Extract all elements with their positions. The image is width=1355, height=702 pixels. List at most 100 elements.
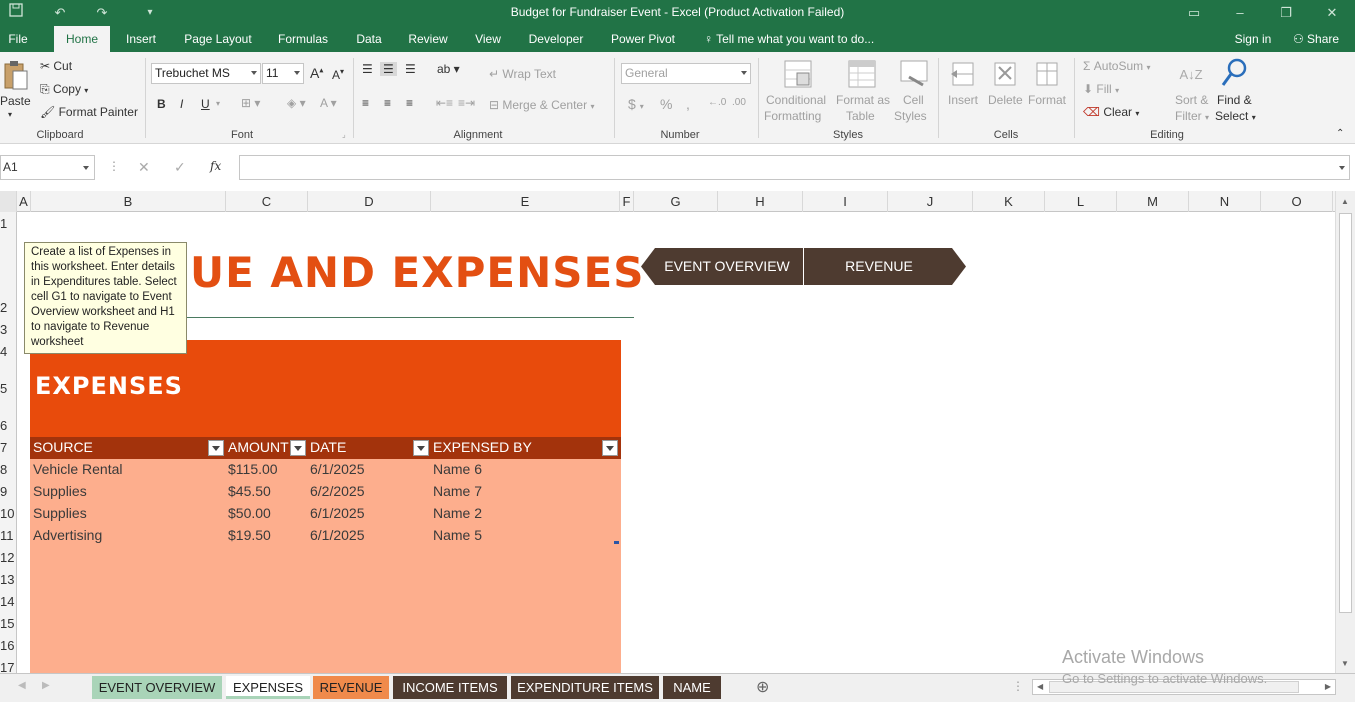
expensed-by-cell[interactable]: Name 2: [433, 505, 482, 521]
table-row[interactable]: Advertising $19.50 6/1/2025 Name 5: [30, 525, 621, 547]
autosum-button[interactable]: Σ AutoSum ▾: [1083, 59, 1150, 73]
row-header[interactable]: 14: [0, 594, 16, 609]
borders-icon[interactable]: ⊞ ▾: [241, 96, 260, 110]
column-header[interactable]: A: [17, 191, 31, 212]
tab-page-layout[interactable]: Page Layout: [176, 26, 260, 52]
find-select-label[interactable]: Find &: [1217, 93, 1252, 107]
date-filter-button[interactable]: [413, 440, 429, 456]
format-painter-button[interactable]: 🖌 Format Painter: [40, 105, 138, 119]
column-header[interactable]: H: [718, 191, 803, 212]
revenue-nav-button[interactable]: REVENUE: [804, 248, 966, 285]
expensed-by-cell[interactable]: Name 5: [433, 527, 482, 543]
delete-cells-icon[interactable]: [990, 58, 1020, 90]
paste-icon[interactable]: [2, 58, 30, 92]
date-cell[interactable]: 6/1/2025: [310, 527, 365, 543]
expensed-by-filter-button[interactable]: [602, 440, 618, 456]
row-header[interactable]: 17: [0, 660, 16, 673]
underline-button[interactable]: U: [201, 97, 210, 111]
decrease-decimal-icon[interactable]: .00: [732, 97, 746, 108]
date-cell[interactable]: 6/1/2025: [310, 461, 365, 477]
table-row[interactable]: Supplies $50.00 6/1/2025 Name 2: [30, 503, 621, 525]
merge-center-button[interactable]: ⊟ Merge & Center ▾: [489, 98, 594, 112]
amount-cell[interactable]: $115.00: [228, 461, 278, 477]
column-header[interactable]: C: [226, 191, 308, 212]
amount-cell[interactable]: $50.00: [228, 505, 271, 521]
prev-sheet-icon[interactable]: ◀: [18, 680, 26, 691]
insert-cells-icon[interactable]: [948, 58, 978, 90]
find-select-label-2[interactable]: Select ▾: [1215, 109, 1256, 123]
column-header[interactable]: F: [620, 191, 634, 212]
conditional-formatting-label[interactable]: Conditional: [766, 93, 826, 107]
increase-indent-icon[interactable]: ≡⇥: [458, 96, 475, 110]
percent-button[interactable]: %: [660, 96, 672, 112]
date-cell[interactable]: 6/1/2025: [310, 505, 365, 521]
expensed-by-cell[interactable]: Name 6: [433, 461, 482, 477]
tab-data[interactable]: Data: [348, 26, 390, 52]
sheet-tab-revenue[interactable]: REVENUE: [313, 676, 389, 699]
row-header[interactable]: 3: [0, 322, 16, 337]
column-header[interactable]: M: [1117, 191, 1189, 212]
wrap-text-button[interactable]: ↵ Wrap Text: [489, 67, 556, 81]
restore-icon[interactable]: ❐: [1276, 3, 1296, 23]
row-header[interactable]: 2: [0, 300, 16, 315]
column-header[interactable]: G: [634, 191, 718, 212]
column-header[interactable]: N: [1189, 191, 1261, 212]
close-icon[interactable]: ✕: [1322, 3, 1342, 23]
sort-filter-label[interactable]: Sort &: [1175, 93, 1208, 107]
worksheet-grid[interactable]: UE AND EXPENSES EVENT OVERVIEW REVENUE E…: [18, 212, 1334, 673]
source-filter-button[interactable]: [208, 440, 224, 456]
insert-function-icon[interactable]: fx: [210, 159, 221, 173]
scroll-down-icon[interactable]: ▼: [1341, 659, 1349, 668]
sort-filter-label-2[interactable]: Filter ▾: [1175, 109, 1209, 123]
tab-developer[interactable]: Developer: [522, 26, 590, 52]
amount-cell[interactable]: $45.50: [228, 483, 271, 499]
column-header[interactable]: L: [1045, 191, 1117, 212]
clear-button[interactable]: ⌫ Clear ▾: [1083, 105, 1139, 119]
sheet-tab-expenses[interactable]: EXPENSES: [226, 676, 310, 699]
share-button[interactable]: ⚇ Share: [1286, 26, 1346, 52]
align-right-icon[interactable]: ≡: [406, 96, 413, 110]
date-cell[interactable]: 6/2/2025: [310, 483, 365, 499]
row-header[interactable]: 5: [0, 381, 16, 396]
align-left-icon[interactable]: ≡: [362, 96, 369, 110]
tab-power-pivot[interactable]: Power Pivot: [604, 26, 682, 52]
paste-dropdown-icon[interactable]: ▾: [8, 110, 12, 119]
cell-styles-icon[interactable]: [898, 58, 930, 90]
formula-input[interactable]: [239, 155, 1350, 180]
tab-home[interactable]: Home: [54, 26, 110, 52]
top-align-icon[interactable]: ☰: [362, 62, 373, 76]
vertical-scrollbar[interactable]: ▲ ▼: [1335, 191, 1355, 673]
currency-button[interactable]: $ ▾: [628, 96, 644, 112]
delete-cells-button[interactable]: Delete: [988, 93, 1023, 107]
row-header[interactable]: 15: [0, 616, 16, 631]
row-header[interactable]: 10: [0, 506, 16, 521]
cut-button[interactable]: ✂ Cut: [40, 59, 72, 73]
scroll-left-icon[interactable]: ◀: [1037, 682, 1043, 691]
tell-me-box[interactable]: ♀ Tell me what you want to do...: [704, 26, 894, 52]
row-header[interactable]: 13: [0, 572, 16, 587]
column-header[interactable]: K: [973, 191, 1045, 212]
font-name-box[interactable]: Trebuchet MS: [151, 63, 261, 84]
format-cells-icon[interactable]: [1032, 58, 1062, 90]
column-header[interactable]: I: [803, 191, 888, 212]
increase-decimal-icon[interactable]: ←.0: [708, 97, 726, 108]
column-header[interactable]: E: [431, 191, 620, 212]
source-cell[interactable]: Vehicle Rental: [33, 461, 123, 477]
row-header[interactable]: 9: [0, 484, 16, 499]
font-size-box[interactable]: 11: [262, 63, 304, 84]
format-as-table-label-2[interactable]: Table: [846, 109, 875, 123]
orientation-icon[interactable]: ab ▾: [437, 62, 460, 76]
table-row[interactable]: Supplies $45.50 6/2/2025 Name 7: [30, 481, 621, 503]
table-row[interactable]: Vehicle Rental $115.00 6/1/2025 Name 6: [30, 459, 621, 481]
number-format-box[interactable]: General: [621, 63, 751, 84]
tab-split-handle[interactable]: ⋮: [1012, 679, 1024, 693]
middle-align-icon[interactable]: ☰: [380, 62, 397, 76]
font-color-icon[interactable]: A ▾: [320, 96, 337, 110]
bold-button[interactable]: B: [157, 97, 166, 111]
next-sheet-icon[interactable]: ▶: [42, 680, 50, 691]
insert-cells-button[interactable]: Insert: [948, 93, 978, 107]
sheet-tab-income-items[interactable]: INCOME ITEMS: [393, 676, 507, 699]
conditional-formatting-icon[interactable]: [782, 58, 814, 90]
table-resize-handle[interactable]: [614, 541, 619, 544]
row-header[interactable]: 16: [0, 638, 16, 653]
